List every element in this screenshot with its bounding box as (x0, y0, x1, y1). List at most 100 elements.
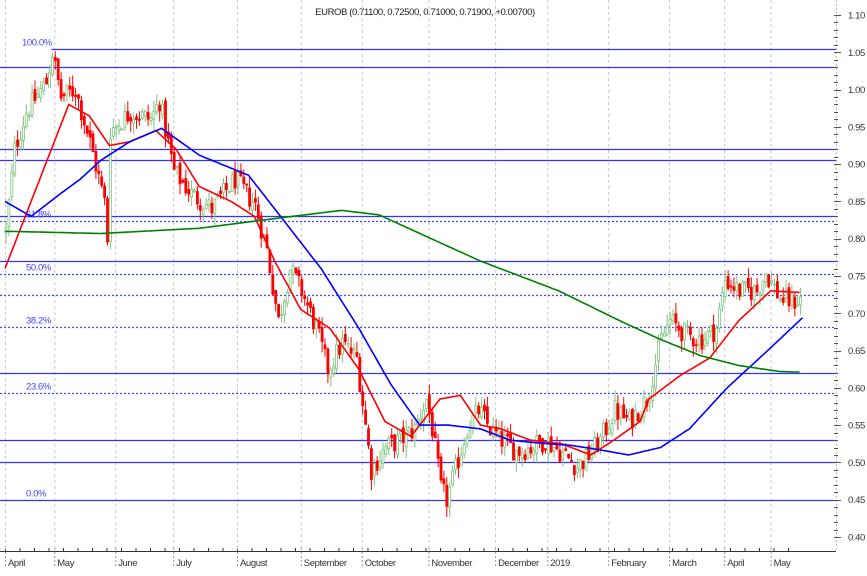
candle-down (570, 460, 573, 463)
candle-up (39, 88, 43, 99)
candle-up (27, 114, 31, 117)
candle-down (506, 433, 510, 437)
candle-up (30, 92, 34, 117)
candle-down (726, 276, 730, 289)
candle-up (332, 365, 336, 374)
candle-up (280, 314, 283, 316)
candle-up (230, 174, 234, 192)
candle-down (33, 89, 37, 101)
candle-up (552, 447, 556, 452)
y-tick-label: 1.10 (848, 11, 865, 22)
candle-up (282, 300, 286, 315)
candle-down (483, 404, 486, 412)
candle-up (480, 406, 484, 418)
y-tick-label: 0.90 (848, 160, 865, 171)
candle-down (747, 277, 750, 289)
candle-up (387, 437, 391, 450)
candle-up (715, 328, 718, 345)
candle-down (309, 301, 312, 308)
candle-up (773, 283, 776, 286)
y-tick-label: 0.95 (848, 122, 865, 133)
candle-down (636, 413, 640, 422)
candle-up (19, 138, 22, 148)
candle-down (45, 77, 48, 85)
candle-up (114, 125, 118, 129)
candle-down (126, 111, 130, 122)
candle-up (459, 454, 463, 466)
month-label: May (774, 558, 791, 569)
candle-up (718, 307, 721, 329)
candle-down (793, 296, 797, 309)
candle-up (117, 125, 121, 131)
candle-up (703, 338, 707, 346)
candle-up (378, 460, 382, 469)
chart-title: EUROB (0.71100, 0.72500, 0.71000, 0.7190… (315, 7, 535, 18)
candle-up (48, 72, 51, 88)
candle-down (738, 283, 742, 297)
candle-down (541, 438, 544, 453)
candle-down (433, 431, 437, 439)
candle-down (564, 448, 568, 452)
candle-down (224, 182, 228, 190)
candle-down (178, 162, 182, 185)
moving-average-line (5, 209, 800, 373)
candle-down (306, 302, 310, 306)
candle-down (477, 405, 481, 415)
candle-down (320, 327, 324, 342)
candle-down (358, 356, 362, 392)
candle-up (448, 486, 452, 508)
price-chart: EUROB (0.71100, 0.72500, 0.71000, 0.7190… (0, 0, 865, 569)
candle-up (686, 325, 689, 328)
candle-up (720, 292, 724, 307)
candle-down (567, 453, 570, 459)
candle-up (662, 332, 666, 337)
candle-up (36, 93, 40, 98)
candle-up (132, 118, 136, 124)
candle-down (729, 285, 733, 288)
candle-down (442, 478, 446, 485)
month-label: November (431, 558, 472, 569)
candle-down (349, 347, 353, 354)
candle-up (352, 347, 356, 351)
month-label: September (304, 558, 347, 569)
candle-down (390, 434, 394, 439)
candle-up (398, 430, 402, 435)
grid (5, 0, 837, 551)
candle-down (509, 433, 513, 444)
candle-up (723, 280, 727, 297)
candle-up (419, 418, 423, 422)
candle-down (274, 290, 278, 304)
candle-up (65, 84, 69, 96)
candle-down (767, 274, 771, 288)
month-label: February (611, 558, 646, 569)
candle-down (529, 447, 533, 454)
moving-averages (4, 103, 804, 456)
candle-up (709, 325, 713, 332)
candle-down (625, 414, 628, 418)
y-tick-label: 0.40 (848, 533, 865, 544)
candle-up (683, 322, 686, 341)
candle-down (62, 93, 66, 97)
month-label: October (365, 558, 396, 569)
candle-up (741, 281, 744, 297)
candle-up (111, 127, 115, 137)
candle-down (82, 116, 86, 126)
candle-down (294, 267, 298, 274)
candle-down (436, 440, 440, 459)
candle-up (613, 400, 617, 422)
candle-up (222, 183, 225, 193)
candle-down (271, 274, 275, 295)
candle-down (755, 284, 759, 293)
candle-down (300, 279, 304, 296)
candle-down (393, 434, 397, 452)
candle-down (297, 269, 301, 277)
candle-down (146, 112, 150, 120)
month-label: December (498, 558, 539, 569)
candle-up (13, 142, 17, 176)
candle-down (500, 431, 504, 447)
y-tick-label: 0.45 (848, 495, 865, 506)
candle-down (248, 187, 252, 207)
candle-up (407, 427, 411, 433)
candle-down (512, 442, 515, 461)
candle-down (100, 176, 104, 186)
